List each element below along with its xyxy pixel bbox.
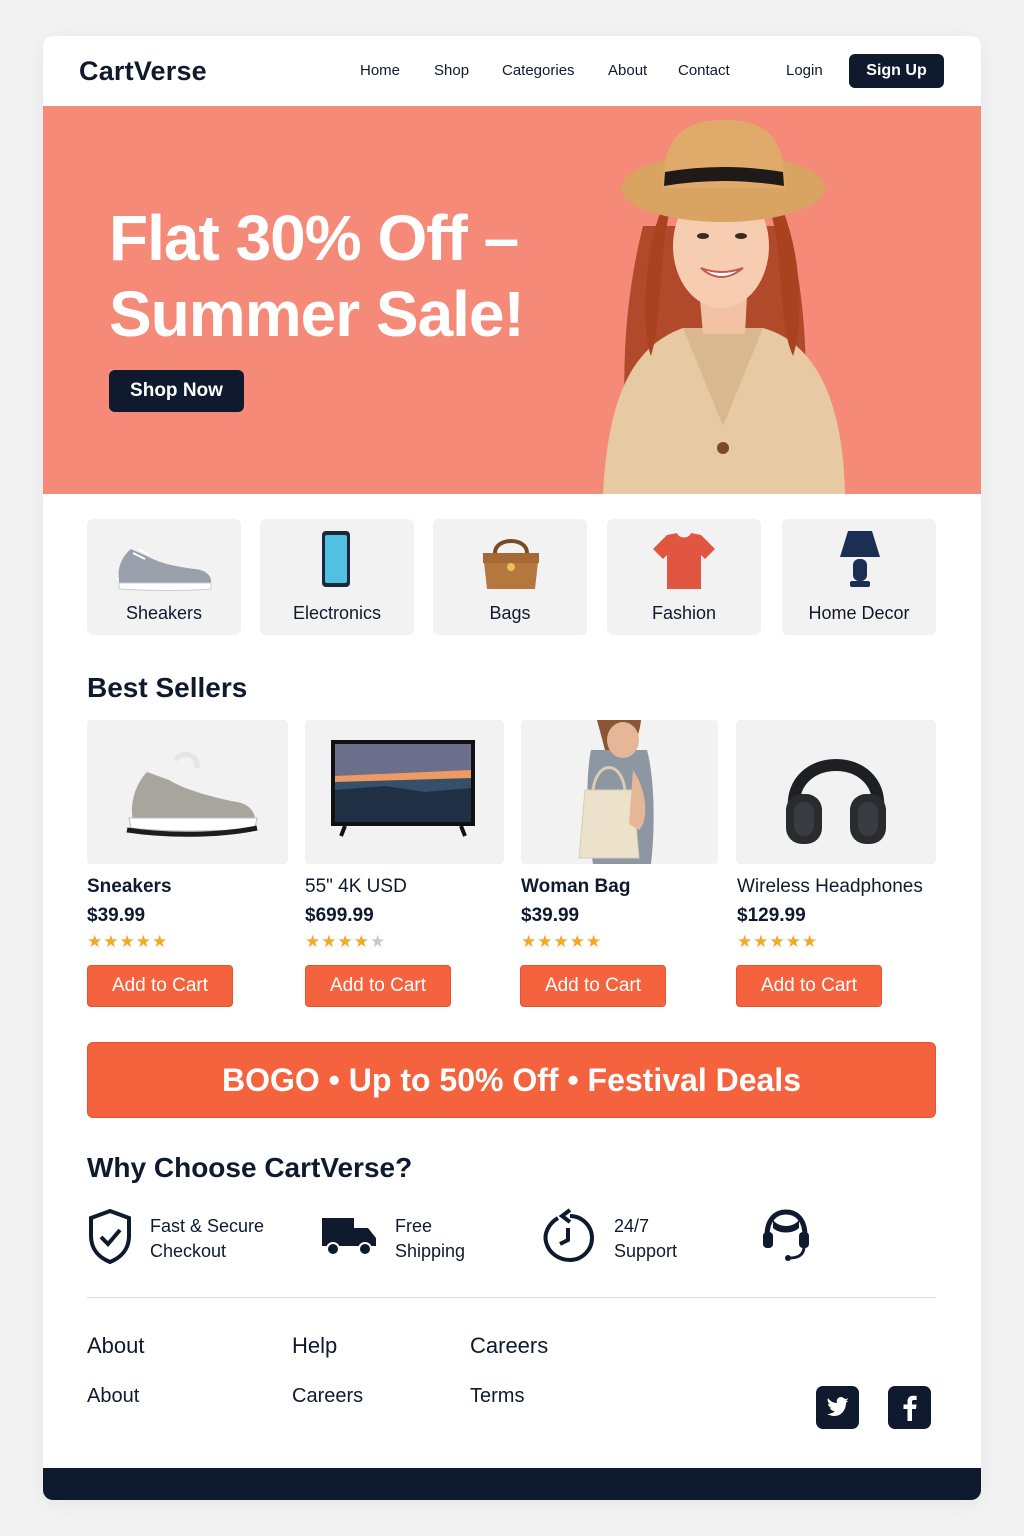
- feature-shipping: Free Shipping: [395, 1214, 465, 1264]
- facebook-icon: [903, 1395, 917, 1421]
- handbag-icon: [483, 539, 539, 589]
- category-fashion[interactable]: Fashion: [607, 519, 761, 635]
- why-title: Why Choose CartVerse?: [87, 1152, 413, 1183]
- lamp-icon: [840, 531, 880, 587]
- phone-icon: [322, 531, 350, 587]
- product-image-headphones[interactable]: [736, 720, 936, 864]
- tv-image: [331, 740, 475, 837]
- star-icon: ★★★★★: [737, 932, 819, 951]
- sneaker-image: [126, 751, 258, 837]
- nav-about[interactable]: About: [608, 62, 647, 79]
- headphones-image: [786, 759, 886, 844]
- footer-link-careers[interactable]: Careers: [292, 1385, 363, 1408]
- feature-checkout: Fast & Secure Checkout: [150, 1214, 264, 1264]
- rating-stars: ★★★★★: [87, 932, 168, 952]
- feature-line1: Fast & Secure: [150, 1216, 265, 1236]
- page: CartVerse Home Shop Categories About Con…: [43, 36, 981, 1500]
- nav-contact[interactable]: Contact: [678, 62, 730, 79]
- logo[interactable]: CartVerse: [79, 56, 207, 87]
- promo-banner[interactable]: BOGO • Up to 50% Off • Festival Deals: [87, 1042, 936, 1118]
- product-price: $129.99: [737, 905, 806, 926]
- hero-model-image: [563, 106, 981, 494]
- site-header: CartVerse Home Shop Categories About Con…: [43, 36, 981, 106]
- shop-now-button[interactable]: Shop Now: [109, 370, 244, 412]
- category-label: Fashion: [651, 603, 717, 623]
- facebook-button[interactable]: [888, 1386, 931, 1429]
- add-to-cart-button[interactable]: Add to Cart: [305, 965, 451, 1007]
- product-image-tv[interactable]: [305, 720, 504, 864]
- footer-link-about[interactable]: About: [87, 1385, 139, 1408]
- product-name[interactable]: Woman Bag: [521, 876, 630, 898]
- category-bags[interactable]: Bags: [433, 519, 587, 635]
- footer-bar: [43, 1468, 981, 1500]
- add-to-cart-button[interactable]: Add to Cart: [736, 965, 882, 1007]
- nav-shop[interactable]: Shop: [434, 62, 469, 79]
- rating-stars: ★★★★★: [737, 932, 818, 952]
- twitter-icon: [826, 1396, 849, 1416]
- tshirt-icon: [653, 533, 715, 589]
- footer-heading-about: About: [87, 1333, 145, 1358]
- feature-line1: 24/7: [614, 1216, 650, 1236]
- signup-button[interactable]: Sign Up: [849, 54, 944, 88]
- woman-bag-image: [578, 720, 654, 864]
- star-icon: ★★★★★: [87, 932, 169, 951]
- category-electronics[interactable]: Electronics: [260, 519, 414, 635]
- best-sellers-title: Best Sellers: [87, 672, 248, 703]
- star-icon: ★★★★★: [521, 932, 603, 951]
- rating-stars: ★★★★★: [305, 932, 386, 952]
- category-label: Bags: [489, 603, 531, 623]
- shield-check-icon: [89, 1208, 131, 1264]
- product-name[interactable]: Sneakers: [87, 876, 172, 898]
- feature-line2: Support: [614, 1241, 678, 1261]
- hero-banner: Flat 30% Off – Summer Sale! Shop Now: [43, 106, 981, 494]
- category-sneakers[interactable]: Sheakers: [87, 519, 241, 635]
- product-name[interactable]: 55" 4K USD: [305, 876, 407, 898]
- twitter-button[interactable]: [816, 1386, 859, 1429]
- category-label: Sheakers: [125, 603, 203, 623]
- feature-line2: Checkout: [150, 1241, 227, 1261]
- feature-support: 24/7 Support: [614, 1214, 677, 1264]
- category-label: Electronics: [292, 603, 382, 623]
- product-price: $39.99: [87, 905, 146, 926]
- feature-line1: Free: [395, 1216, 433, 1236]
- truck-icon: [322, 1218, 376, 1256]
- divider: [87, 1297, 936, 1298]
- hero-title: Flat 30% Off – Summer Sale!: [109, 202, 525, 350]
- refresh-icon: [543, 1208, 595, 1263]
- star-empty-icon: ★: [369, 932, 387, 951]
- product-image-bag[interactable]: [521, 720, 718, 864]
- rating-stars: ★★★★★: [521, 932, 602, 952]
- product-name[interactable]: Wireless Headphones: [737, 876, 923, 898]
- add-to-cart-button[interactable]: Add to Cart: [87, 965, 233, 1007]
- sneaker-icon: [118, 548, 212, 591]
- footer-heading-help: Help: [292, 1333, 338, 1358]
- nav-categories[interactable]: Categories: [502, 62, 575, 79]
- product-price: $699.99: [305, 905, 374, 926]
- category-label: Home Decor: [808, 603, 910, 623]
- product-price: $39.99: [521, 905, 580, 926]
- category-home-decor[interactable]: Home Decor: [782, 519, 936, 635]
- feature-line2: Shipping: [395, 1241, 466, 1261]
- headset-icon: [763, 1209, 809, 1261]
- footer-heading-careers: Careers: [470, 1333, 549, 1358]
- footer-link-terms[interactable]: Terms: [470, 1385, 524, 1408]
- nav-home[interactable]: Home: [360, 62, 400, 79]
- add-to-cart-button[interactable]: Add to Cart: [520, 965, 666, 1007]
- product-image-sneakers[interactable]: [87, 720, 288, 864]
- login-link[interactable]: Login: [786, 62, 823, 79]
- star-icon: ★★★★: [305, 932, 370, 951]
